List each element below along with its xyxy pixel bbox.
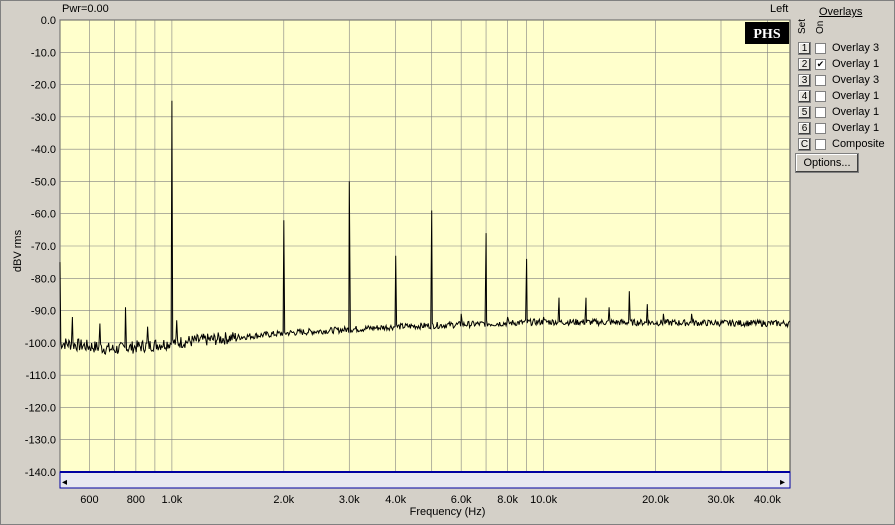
overlay-set-button[interactable]: C [798,137,811,151]
overlay-row: C Composite [798,137,885,151]
phs-logo-text: PHS [753,27,780,42]
x-tick-label: 6.0k [451,494,472,506]
x-tick-label: 2.0k [273,494,294,506]
overlay-row: 6 Overlay 1 [798,121,879,135]
x-tick-label: 4.0k [385,494,406,506]
on-column-label: On [815,20,826,34]
y-tick-label: -120.0 [25,402,56,414]
overlay-label: Overlay 1 [832,122,880,134]
overlay-set-button[interactable]: 1 [798,41,811,55]
overlay-checkbox[interactable]: ✔ [815,58,826,70]
overlay-set-button[interactable]: 3 [798,73,811,87]
overlay-checkbox[interactable] [815,74,826,86]
overlay-label: Overlay 1 [832,58,880,70]
set-column-label: Set [797,18,808,34]
x-tick-label: 1.0k [162,494,183,506]
overlays-title: Overlays [819,6,863,18]
overlay-set-button[interactable]: 4 [798,89,811,103]
y-tick-label: -20.0 [31,80,56,92]
overlay-set-button[interactable]: 6 [798,121,811,135]
overlay-checkbox[interactable] [815,106,826,118]
overlay-checkbox[interactable] [815,138,826,150]
overlay-set-button[interactable]: 2 [798,57,811,71]
y-tick-label: -30.0 [31,112,56,124]
y-tick-label: -90.0 [31,306,56,318]
spectrum-chart[interactable]: 0.0 -10.0 -20.0 -30.0 -40.0 -50.0 -60.0 -70.0 -8… [0,0,895,525]
overlay-set-button[interactable]: 5 [798,105,811,119]
overlay-checkbox[interactable] [815,42,826,54]
y-tick-label: -100.0 [25,338,56,350]
overlay-row: 3 Overlay 3 [798,73,879,87]
overlay-row: 5 Overlay 1 [798,105,879,119]
y-tick-label: -40.0 [31,144,56,156]
x-tick-label: 3.0k [339,494,360,506]
overlay-checkbox[interactable] [815,122,826,134]
x-tick-label: 800 [127,494,145,506]
overlay-label: Overlay 3 [832,42,880,54]
x-scrollbar [59,471,791,489]
y-tick-label: -140.0 [25,467,56,479]
x-tick-label: 40.0k [754,494,781,506]
overlay-checkbox[interactable] [815,90,826,102]
y-tick-label: -130.0 [25,435,56,447]
x-tick-label: 8.0k [497,494,518,506]
y-tick-label: -80.0 [31,273,56,285]
overlay-row: 2 ✔ Overlay 1 [798,57,879,71]
options-button[interactable]: Options... [795,153,859,173]
overlay-row: 4 Overlay 1 [798,89,879,103]
scroll-right-arrow: ▸ [780,477,785,488]
overlay-label: Overlay 1 [832,90,880,102]
x-tick-label: 600 [80,494,98,506]
y-tick-label: -10.0 [31,47,56,59]
overlay-label: Composite [832,138,885,150]
x-tick-label: 10.0k [530,494,557,506]
y-tick-label: 0.0 [41,15,56,27]
y-tick-label: -70.0 [31,241,56,253]
x-tick-label: 30.0k [708,494,735,506]
overlay-label: Overlay 1 [832,106,880,118]
x-tick-label: 20.0k [642,494,669,506]
y-tick-label: -50.0 [31,176,56,188]
scroll-left-arrow: ◂ [62,477,67,488]
y-tick-label: -110.0 [26,370,56,382]
overlay-label: Overlay 3 [832,74,880,86]
y-tick-label: -60.0 [31,209,56,221]
overlay-row: 1 Overlay 3 [798,41,879,55]
